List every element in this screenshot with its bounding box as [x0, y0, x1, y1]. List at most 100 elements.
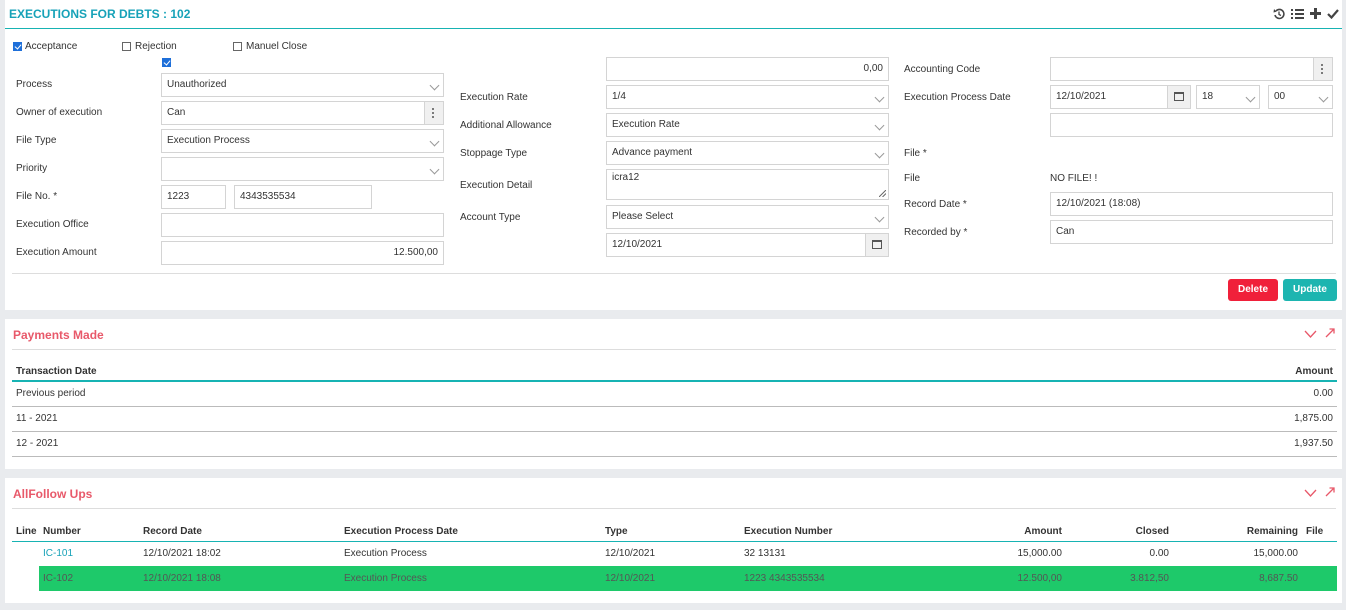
- manuel-close-label: Manuel Close: [246, 41, 308, 52]
- number-link[interactable]: IC-102: [39, 566, 139, 591]
- list-icon[interactable]: [1291, 8, 1304, 20]
- page-title: EXECUTIONS FOR DEBTS : 102: [9, 7, 191, 21]
- file-no-label: File No. *: [16, 191, 58, 202]
- column-header-transaction-date: Transaction Date: [12, 362, 879, 382]
- column-header-amount: Amount: [930, 522, 1066, 542]
- payments-made-panel: Payments Made Transaction Date Amount Pr…: [5, 319, 1342, 469]
- file-status: NO FILE! !: [1050, 173, 1098, 184]
- execution-office-label: Execution Office: [16, 219, 89, 230]
- file-no-input-2[interactable]: 4343535534: [234, 185, 372, 209]
- table-row: 12 - 2021 1,937.50: [12, 431, 1337, 457]
- extra-checkbox[interactable]: [162, 58, 171, 67]
- hour-value: 18: [1202, 91, 1214, 102]
- file-type-value: Execution Process: [167, 135, 250, 146]
- more-options-icon[interactable]: [424, 102, 443, 124]
- manuel-close-checkbox[interactable]: [233, 42, 242, 51]
- execution-form-panel: EXECUTIONS FOR DEBTS : 102 Acceptance Re…: [5, 0, 1342, 310]
- hour-select[interactable]: 18: [1196, 85, 1260, 109]
- delete-button[interactable]: Delete: [1228, 279, 1278, 301]
- record-date-input[interactable]: 12/10/2021 (18:08): [1050, 192, 1333, 216]
- line-cell: [12, 541, 39, 566]
- process-select[interactable]: Unauthorized: [161, 73, 444, 97]
- follow-ups-title: AllFollow Ups: [13, 487, 93, 501]
- execution-rate-label: Execution Rate: [460, 92, 528, 103]
- closed-cell: 0.00: [1149, 548, 1169, 560]
- column-header-file: File: [1302, 522, 1337, 542]
- file-type-label: File Type: [16, 135, 57, 146]
- stoppage-type-label: Stoppage Type: [460, 148, 528, 159]
- number-link[interactable]: IC-101: [39, 541, 139, 566]
- file-type-select[interactable]: Execution Process: [161, 129, 444, 153]
- closed-cell: 3.812,50: [1066, 566, 1173, 591]
- follow-ups-panel: AllFollow Ups Line Number Record Date Ex…: [5, 478, 1342, 603]
- execution-rate-select[interactable]: 1/4: [606, 85, 889, 109]
- file-no-input-1[interactable]: 1223: [161, 185, 226, 209]
- column-header-type: Type: [601, 522, 740, 542]
- calendar-icon[interactable]: [1167, 86, 1190, 108]
- type-cell: 12/10/2021: [601, 566, 740, 591]
- amount-cell: 1,875.00: [878, 406, 1337, 432]
- top-amount-input[interactable]: 0,00: [606, 57, 889, 81]
- rejection-checkbox[interactable]: [122, 42, 131, 51]
- execution-detail-textarea[interactable]: icra12: [606, 169, 889, 200]
- additional-allowance-label: Additional Allowance: [460, 120, 552, 131]
- calendar-icon[interactable]: [865, 234, 888, 256]
- expand-icon[interactable]: [1325, 487, 1335, 497]
- execution-rate-value: 1/4: [612, 91, 626, 102]
- execution-amount-input[interactable]: 12.500,00: [161, 241, 444, 265]
- priority-select[interactable]: [161, 157, 444, 181]
- amount-cell: 15,000.00: [1017, 548, 1063, 560]
- acceptance-label: Acceptance: [25, 41, 78, 52]
- priority-label: Priority: [16, 163, 48, 174]
- column-header-execution-process-date: Execution Process Date: [340, 522, 601, 542]
- column-header-line: Line: [12, 522, 39, 542]
- blank-input[interactable]: [1050, 113, 1333, 137]
- stoppage-type-value: Advance payment: [612, 147, 693, 158]
- process-label: Process: [16, 79, 53, 90]
- column-header-amount: Amount: [878, 362, 1337, 382]
- owner-label: Owner of execution: [16, 107, 103, 118]
- payments-divider: [12, 349, 1336, 350]
- follow-ups-table: Line Number Record Date Execution Proces…: [12, 522, 1337, 591]
- execution-number-cell: 1223 4343535534: [740, 566, 930, 591]
- transaction-date-cell: Previous period: [12, 381, 879, 407]
- column-header-execution-number: Execution Number: [740, 522, 930, 542]
- file-label: File: [904, 173, 921, 184]
- execution-office-input[interactable]: [161, 213, 444, 237]
- recorded-by-input[interactable]: Can: [1050, 220, 1333, 244]
- record-date-cell: 12/10/2021 18:02: [143, 548, 221, 560]
- history-icon[interactable]: [1273, 8, 1285, 20]
- account-type-value: Please Select: [612, 211, 674, 222]
- expand-icon[interactable]: [1325, 328, 1335, 338]
- check-icon[interactable]: [1327, 8, 1339, 19]
- minute-select[interactable]: 00: [1268, 85, 1333, 109]
- file-required-label: File *: [904, 148, 927, 159]
- collapse-icon[interactable]: [1304, 489, 1317, 497]
- execution-process-date-input[interactable]: 12/10/2021: [1050, 85, 1191, 109]
- remaining-cell: 8,687.50: [1173, 566, 1302, 591]
- file-no-value-1: 1223: [167, 191, 190, 202]
- owner-field[interactable]: Can: [161, 101, 444, 125]
- resize-handle-icon[interactable]: [879, 190, 886, 197]
- transaction-date-cell: 11 - 2021: [12, 406, 879, 432]
- header-divider: [5, 28, 1342, 29]
- table-row: Previous period 0.00: [12, 381, 1337, 407]
- table-row[interactable]: IC-101 12/10/2021 18:02 Execution Proces…: [12, 541, 1337, 566]
- accounting-code-input[interactable]: [1050, 57, 1333, 81]
- collapse-icon[interactable]: [1304, 330, 1317, 338]
- plus-icon[interactable]: [1310, 8, 1321, 19]
- stoppage-type-select[interactable]: Advance payment: [606, 141, 889, 165]
- more-options-icon[interactable]: [1313, 58, 1332, 80]
- table-row-selected[interactable]: IC-102 12/10/2021 18:08 Execution Proces…: [12, 566, 1337, 591]
- additional-allowance-select[interactable]: Execution Rate: [606, 113, 889, 137]
- acceptance-checkbox[interactable]: [13, 42, 22, 51]
- execution-process-date-label: Execution Process Date: [904, 92, 1011, 103]
- mid-date-input[interactable]: 12/10/2021: [606, 233, 889, 257]
- recorded-by-value: Can: [1056, 226, 1075, 237]
- type-cell: 12/10/2021: [605, 548, 656, 560]
- follow-ups-divider: [12, 508, 1336, 509]
- account-type-select[interactable]: Please Select: [606, 205, 889, 229]
- file-cell: [1302, 566, 1337, 591]
- accounting-code-label: Accounting Code: [904, 64, 981, 75]
- update-button[interactable]: Update: [1283, 279, 1337, 301]
